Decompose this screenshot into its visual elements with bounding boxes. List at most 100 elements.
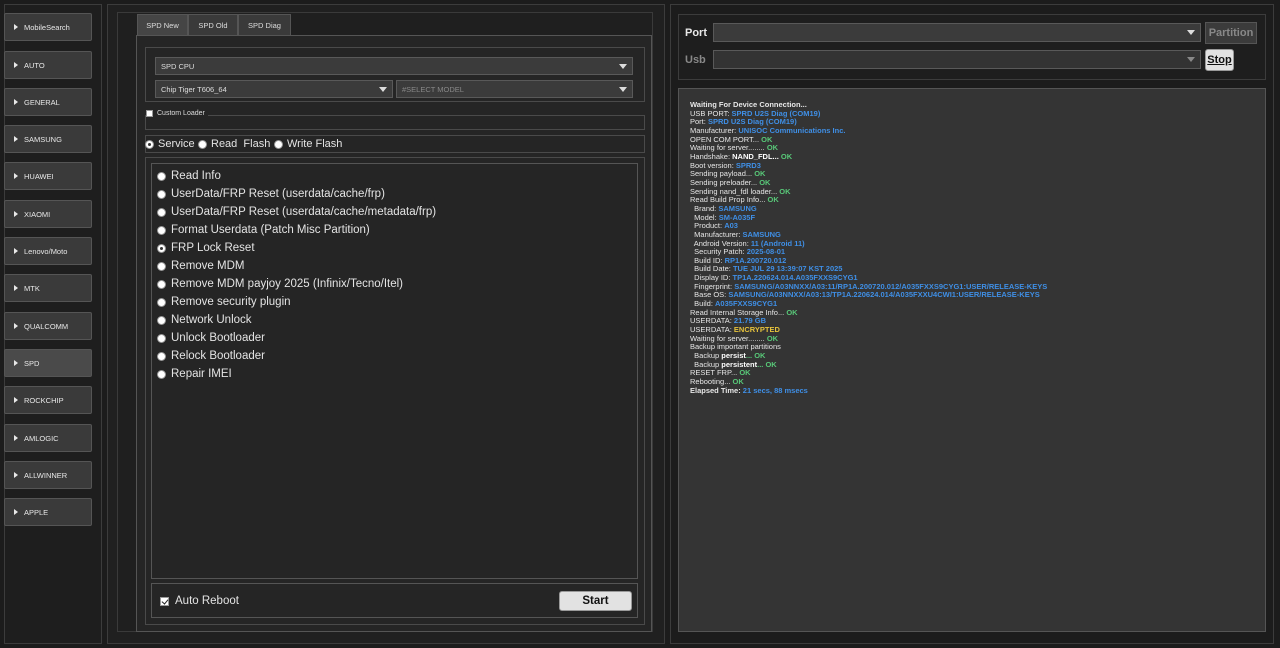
cpu-select[interactable]: SPD CPU [155,57,633,75]
log-value: TP1A.220624.014.A035FXXS9CYG1 [732,273,858,283]
operation-repair-imei[interactable]: Repair IMEI [157,368,232,380]
port-select[interactable] [713,23,1201,42]
sidebar-item-samsung[interactable]: SAMSUNG [4,125,92,153]
model-select[interactable]: #SELECT MODEL [396,80,633,98]
stop-button[interactable]: Stop [1205,49,1234,71]
partition-button-label: Partition [1208,27,1254,39]
sidebar-item-amlogic[interactable]: AMLOGIC [4,424,92,452]
sidebar-item-auto[interactable]: AUTO [4,51,92,79]
log-value: UNISOC Communications Inc. [738,125,846,135]
auto-reboot-checkbox[interactable]: Auto Reboot [160,595,239,607]
log-text: Product: [690,221,725,231]
log-value: SPRD U2S Diag (COM19) [731,108,821,118]
log-value: 11 (Android 11) [750,238,805,248]
log-value: NAND_FDL... [732,151,779,161]
operation-read-info[interactable]: Read Info [157,170,221,182]
log-text: Backup [690,359,722,369]
log-text: Backup important partitions [690,342,781,352]
checkbox-icon [160,596,169,606]
stop-button-label: Stop [1207,54,1232,66]
custom-loader-checkbox[interactable]: Custom Loader [146,110,208,117]
log-text: Base OS: [690,290,729,300]
log-text: Boot version: [690,160,736,170]
sidebar-item-spd[interactable]: SPD [4,349,92,377]
operation-frp-reset-cache[interactable]: UserData/FRP Reset (userdata/cache/frp) [157,188,385,200]
log-text: Build ID: [690,255,725,265]
log-value: 21 secs, 88 msecs [742,385,808,395]
sidebar-item-label: AUTO [24,60,45,70]
sidebar-item-apple[interactable]: APPLE [4,498,92,526]
operation-label: Remove MDM [171,260,245,272]
sidebar-item-allwinner[interactable]: ALLWINNER [4,461,92,489]
tab-spd-old[interactable]: SPD Old [188,14,238,36]
sidebar-item-lenovo-moto[interactable]: Lenovo/Moto [4,237,92,265]
log-text: Android Version: [690,238,751,248]
log-value: SAMSUNG/A03NNXX/A03:13/TP1A.220624.014/A… [728,290,1040,300]
log-value: persist [721,351,746,361]
log-value: OK [739,368,751,378]
usb-select[interactable] [713,50,1201,69]
log-line: Backup important partitions [690,343,1265,352]
operation-frp-lock-reset[interactable]: FRP Lock Reset [157,242,255,254]
chevron-down-icon [379,87,387,92]
log-value: OK [767,195,779,205]
mode-read-flash[interactable]: Read Flash [198,138,270,150]
log-line: Brand: SAMSUNG [690,204,1265,214]
triangle-right-icon [14,323,18,329]
operation-frp-reset-metadata[interactable]: UserData/FRP Reset (userdata/cache/metad… [157,206,436,218]
operation-label: Unlock Bootloader [171,332,265,344]
log-line: Model: SM-A035F [690,213,1265,223]
chevron-down-icon [1187,57,1195,62]
log-text: Read Build Prop Info... [690,195,768,205]
operation-format-userdata[interactable]: Format Userdata (Patch Misc Partition) [157,224,370,236]
operation-remove-security-plugin[interactable]: Remove security plugin [157,296,291,308]
operation-label: FRP Lock Reset [171,242,255,254]
triangle-right-icon [14,62,18,68]
chip-select[interactable]: Chip Tiger T606_64 [155,80,393,98]
operation-relock-bootloader[interactable]: Relock Bootloader [157,350,265,362]
chevron-down-icon [619,87,627,92]
mode-service[interactable]: Service [145,138,195,150]
radio-icon [157,225,166,235]
chevron-down-icon [619,64,627,69]
operation-remove-mdm[interactable]: Remove MDM [157,260,244,272]
tab-spd-new[interactable]: SPD New [137,14,188,36]
mode-write-flash[interactable]: Write Flash [274,138,342,150]
sidebar-item-huawei[interactable]: HUAWEI [4,162,92,190]
sidebar-item-rockchip[interactable]: ROCKCHIP [4,386,92,414]
sidebar-item-mobilesearch[interactable]: MobileSearch [4,13,92,41]
triangle-right-icon [14,173,18,179]
log-value: 2025-08-01 [746,247,786,257]
sidebar-item-label: SAMSUNG [24,134,62,144]
sidebar-item-mtk[interactable]: MTK [4,274,92,302]
triangle-right-icon [14,99,18,105]
operation-unlock-bootloader[interactable]: Unlock Bootloader [157,332,265,344]
sidebar-item-label: MTK [24,283,40,293]
log-text: Rebooting... [690,377,733,386]
log-text: Build Date: [690,264,733,274]
log-value: SAMSUNG [742,229,781,239]
chip-select-value: Chip Tiger T606_64 [161,84,227,94]
triangle-right-icon [14,509,18,515]
log-value: OK [761,134,773,144]
log-text: Display ID: [690,273,733,283]
log-value: 21.79 GB [733,316,767,326]
sidebar-item-xiaomi[interactable]: XIAOMI [4,200,92,228]
log-value: SPRD U2S Diag (COM19) [707,117,797,127]
custom-loader-label: Custom Loader [157,110,205,117]
triangle-right-icon [14,211,18,217]
log-text: Sending payload... [690,169,755,179]
sidebar-item-general[interactable]: GENERAL [4,88,92,116]
radio-icon [157,315,166,325]
log-value: OK [754,169,766,179]
partition-button[interactable]: Partition [1205,22,1257,44]
log-value: RP1A.200720.012 [724,255,787,265]
sidebar-item-label: Lenovo/Moto [24,246,68,256]
sidebar-item-qualcomm[interactable]: QUALCOMM [4,312,92,340]
operation-remove-mdm-payjoy[interactable]: Remove MDM payjoy 2025 (Infinix/Tecno/It… [157,278,403,290]
start-button[interactable]: Start [559,591,632,611]
log-line: Elapsed Time: 21 secs, 88 msecs [690,385,1265,396]
operation-network-unlock[interactable]: Network Unlock [157,314,252,326]
chevron-down-icon [1187,30,1195,35]
tab-spd-diag[interactable]: SPD Diag [238,14,291,36]
